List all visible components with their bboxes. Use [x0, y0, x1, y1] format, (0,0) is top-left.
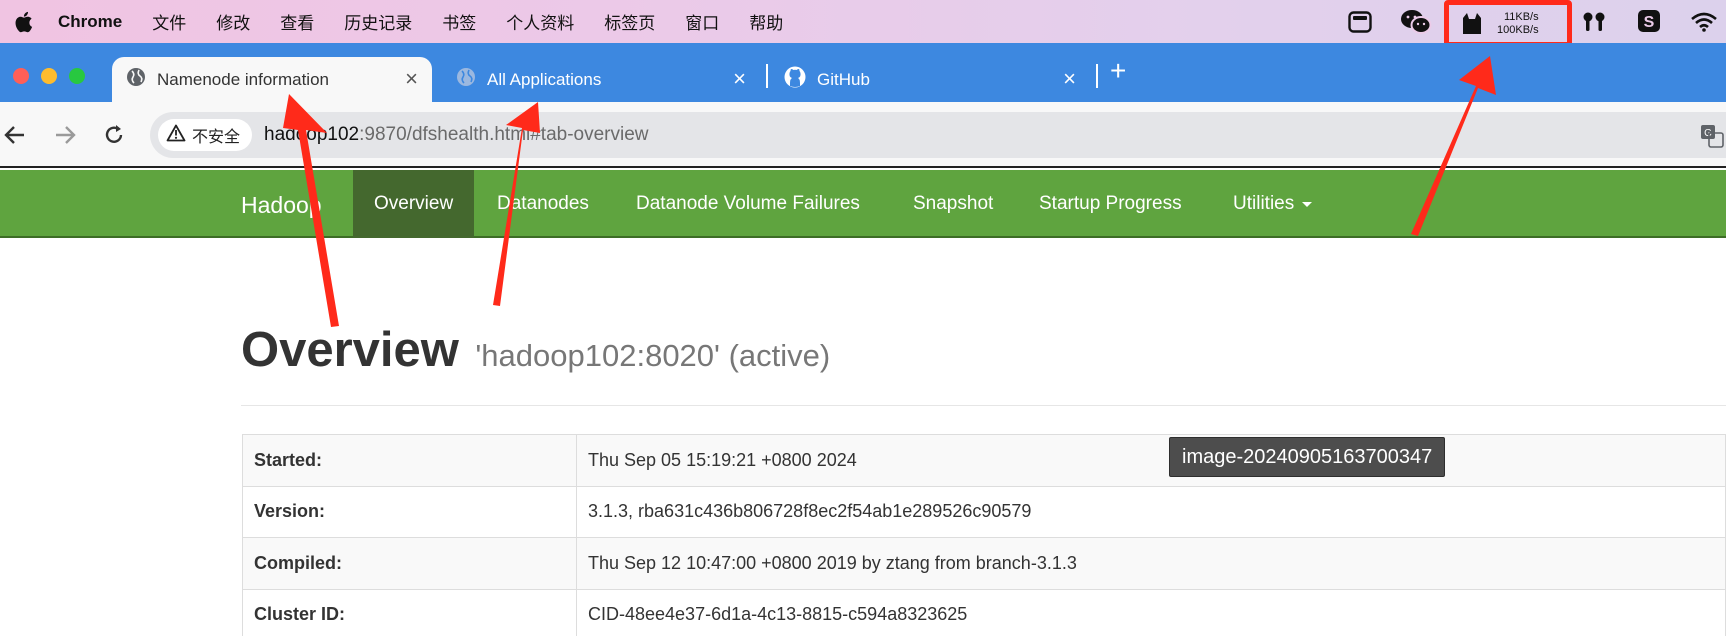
nav-overview[interactable]: Overview: [353, 170, 475, 238]
globe-icon: [126, 67, 146, 92]
airpods-icon[interactable]: [1580, 10, 1608, 34]
address-bar[interactable]: 不安全 hadoop102:9870/dfshealth.html#tab-ov…: [150, 112, 1726, 158]
menu-help[interactable]: 帮助: [734, 9, 798, 34]
table-row: Version: 3.1.3, rba631c436b806728f8ec2f5…: [242, 485, 1726, 538]
image-tooltip: image-20240905163700347: [1169, 437, 1446, 477]
tab-close-icon[interactable]: ×: [1063, 68, 1076, 90]
security-label: 不安全: [192, 129, 241, 146]
table-row: Cluster ID: CID-48ee4e37-6d1a-4c13-8815-…: [242, 588, 1726, 636]
table-key: Version:: [242, 485, 577, 538]
window-close-button[interactable]: [13, 68, 29, 84]
security-indicator[interactable]: 不安全: [158, 119, 253, 151]
warning-icon: [166, 124, 186, 147]
window-minimize-button[interactable]: [41, 68, 57, 84]
reload-button[interactable]: [101, 122, 127, 148]
hadoop-navbar: Hadoop Overview Datanodes Datanode Volum…: [0, 170, 1726, 238]
table-value: 3.1.3, rba631c436b806728f8ec2f54ab1e2895…: [576, 485, 1726, 538]
menu-window[interactable]: 窗口: [670, 9, 734, 34]
url-path: :9870/dfshealth.html#tab-overview: [359, 124, 649, 145]
upload-speed: 11KB/s: [1503, 10, 1539, 23]
wechat-icon[interactable]: [1400, 7, 1432, 37]
menu-tabs[interactable]: 标签页: [589, 9, 670, 34]
table-key: Cluster ID:: [242, 588, 577, 636]
tab-close-icon[interactable]: ×: [733, 68, 746, 90]
github-icon: [784, 66, 806, 93]
tab-title: Namenode information: [157, 69, 329, 89]
table-value: CID-48ee4e37-6d1a-4c13-8815-c594a8323625: [576, 588, 1726, 636]
table-key: Started:: [242, 434, 577, 487]
url-host: hadoop102: [264, 124, 360, 145]
table-key: Compiled:: [242, 537, 577, 590]
nav-snapshot[interactable]: Snapshot: [913, 170, 993, 238]
nav-startup-progress[interactable]: Startup Progress: [1039, 170, 1182, 238]
table-value: Thu Sep 12 10:47:00 +0800 2019 by ztang …: [576, 537, 1726, 590]
svg-text:S: S: [1644, 14, 1655, 31]
menu-bookmarks[interactable]: 书签: [427, 9, 491, 34]
caret-down-icon: [1302, 201, 1313, 207]
hadoop-brand[interactable]: Hadoop: [241, 192, 322, 219]
apple-icon[interactable]: [0, 10, 46, 34]
forward-button[interactable]: [52, 122, 78, 148]
browser-tab-strip: Namenode information × All Applications …: [0, 43, 1726, 102]
new-tab-button[interactable]: +: [1110, 57, 1126, 85]
tab-all-applications[interactable]: All Applications ×: [442, 57, 760, 102]
nav-utilities[interactable]: Utilities: [1233, 170, 1313, 238]
tab-namenode-information[interactable]: Namenode information ×: [112, 57, 432, 102]
tab-separator: [766, 64, 768, 88]
menu-profiles[interactable]: 个人资料: [491, 9, 589, 34]
url-text[interactable]: hadoop102:9870/dfshealth.html#tab-overvi…: [264, 124, 649, 146]
macos-menu-bar: Chrome 文件 修改 查看 历史记录 书签 个人资料 标签页 窗口 帮助 1…: [0, 0, 1726, 47]
overview-table: Started: Thu Sep 05 15:19:21 +0800 2024 …: [242, 434, 1726, 636]
table-row: Compiled: Thu Sep 12 10:47:00 +0800 2019…: [242, 537, 1726, 590]
title-divider: [241, 405, 1726, 406]
table-row: Started: Thu Sep 05 15:19:21 +0800 2024: [242, 434, 1726, 487]
menu-app-name[interactable]: Chrome: [46, 12, 137, 32]
nav-utilities-label: Utilities: [1233, 193, 1295, 214]
tab-close-icon[interactable]: ×: [405, 68, 418, 90]
page-title: Overview 'hadoop102:8020' (active): [241, 322, 830, 378]
translate-icon[interactable]: G: [1700, 124, 1724, 148]
page-heading: Overview: [241, 323, 459, 377]
cat-icon: [1461, 12, 1483, 36]
page-subtitle: 'hadoop102:8020' (active): [475, 338, 831, 373]
download-speed: 100KB/s: [1497, 23, 1539, 36]
menu-file[interactable]: 文件: [137, 9, 201, 34]
nav-datanodes[interactable]: Datanodes: [497, 170, 589, 238]
screen-mirror-icon[interactable]: [1347, 9, 1373, 35]
globe-icon: [456, 67, 476, 92]
table-value: Thu Sep 05 15:19:21 +0800 2024: [576, 434, 1726, 487]
tab-title: All Applications: [487, 69, 602, 89]
menu-history[interactable]: 历史记录: [329, 9, 427, 34]
menu-edit[interactable]: 修改: [201, 9, 265, 34]
sogou-input-icon[interactable]: S: [1636, 8, 1662, 34]
wifi-icon[interactable]: [1690, 10, 1718, 34]
network-speed-indicator[interactable]: 11KB/s 100KB/s: [1444, 0, 1572, 47]
tab-separator: [1096, 64, 1098, 88]
tab-title: GitHub: [817, 69, 870, 89]
window-zoom-button[interactable]: [69, 68, 85, 84]
nav-datanode-volume-failures[interactable]: Datanode Volume Failures: [636, 170, 860, 238]
browser-toolbar: 不安全 hadoop102:9870/dfshealth.html#tab-ov…: [0, 102, 1726, 168]
back-button[interactable]: [2, 122, 28, 148]
tab-github[interactable]: GitHub ×: [770, 57, 1090, 102]
menu-view[interactable]: 查看: [265, 9, 329, 34]
